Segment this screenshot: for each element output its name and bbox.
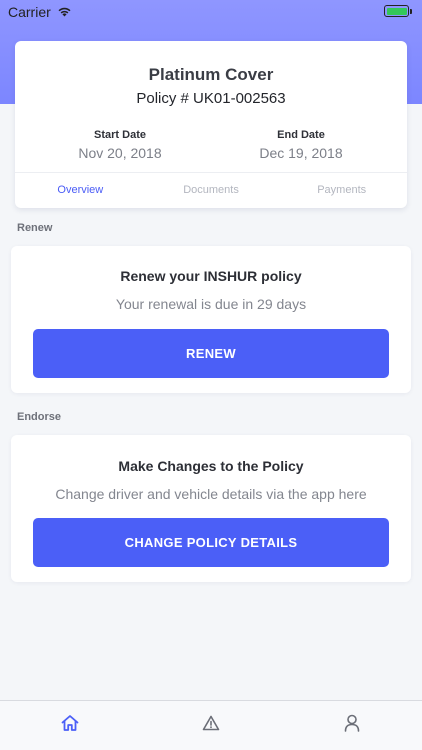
start-date-label: Start Date <box>94 129 146 141</box>
end-date-label: End Date <box>277 129 325 141</box>
battery-icon <box>384 5 412 17</box>
endorse-title: Make Changes to the Policy <box>118 458 304 474</box>
tab-overview[interactable]: Overview <box>15 173 146 208</box>
endorse-card: Make Changes to the Policy Change driver… <box>11 435 411 582</box>
end-date: End Date Dec 19, 2018 <box>221 129 381 161</box>
renew-subtitle: Your renewal is due in 29 days <box>115 296 307 312</box>
renew-button[interactable]: RENEW <box>33 329 389 378</box>
tab-bar-profile[interactable] <box>281 701 422 750</box>
start-date-value: Nov 20, 2018 <box>78 145 162 161</box>
endorse-section-label: Endorse <box>17 411 62 423</box>
policy-card: Platinum Cover Policy # UK01-002563 Star… <box>15 41 407 208</box>
policy-number: Policy # UK01-002563 <box>136 90 286 107</box>
carrier-label: Carrier <box>8 4 51 20</box>
wifi-icon <box>57 4 72 20</box>
bottom-tab-bar <box>0 700 422 750</box>
tab-bar-claims[interactable] <box>141 701 282 750</box>
renew-section-label: Renew <box>17 222 53 234</box>
renew-card: Renew your INSHUR policy Your renewal is… <box>11 246 411 393</box>
renew-title: Renew your INSHUR policy <box>120 268 302 284</box>
end-date-value: Dec 19, 2018 <box>259 145 343 161</box>
start-date: Start Date Nov 20, 2018 <box>40 129 200 161</box>
status-bar: Carrier <box>0 0 422 24</box>
profile-icon <box>344 714 360 737</box>
warning-icon <box>202 715 220 736</box>
change-policy-details-button[interactable]: CHANGE POLICY DETAILS <box>33 518 389 567</box>
tab-payments[interactable]: Payments <box>276 173 407 208</box>
tab-bar-home[interactable] <box>0 701 141 750</box>
home-icon <box>60 714 80 737</box>
tab-documents[interactable]: Documents <box>146 173 277 208</box>
endorse-subtitle: Change driver and vehicle details via th… <box>55 486 367 502</box>
policy-title: Platinum Cover <box>148 65 274 84</box>
carrier: Carrier <box>8 4 72 20</box>
policy-tabs: Overview Documents Payments <box>15 172 407 208</box>
